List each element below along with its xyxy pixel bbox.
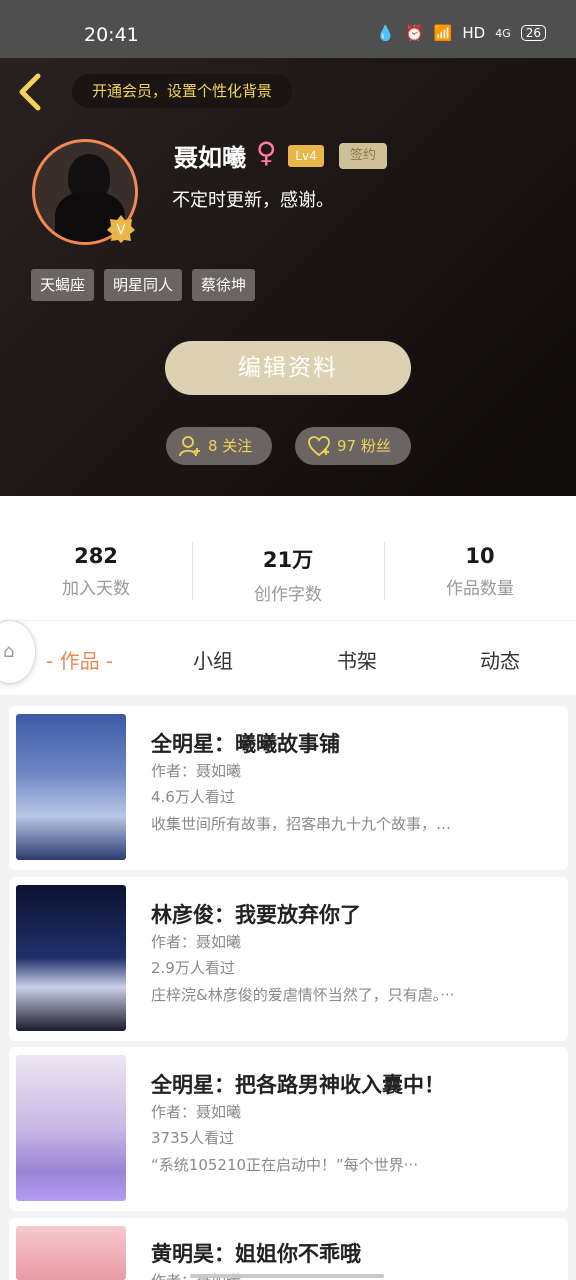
network-label: HD [462,24,486,42]
stat-label: 创作字数 [254,585,322,605]
status-icons: 💧 ⏰ 📶 HD 4G 26 [376,24,546,42]
book-cover [16,1226,126,1280]
bio: 不定时更新，感谢。 [172,190,334,211]
stat-value: 10 [465,544,495,568]
heart-icon [308,436,330,457]
work-desc: “系统105210正在启动中！”每个世界··· [151,1156,419,1174]
home-icon: ⌂ [3,641,15,662]
edit-profile-button[interactable]: 编辑资料 [165,341,411,395]
drop-icon: 💧 [376,24,395,42]
following-button[interactable]: 8 关注 [166,427,272,465]
stat-value: 282 [74,544,118,568]
female-icon: ♀ [256,136,277,169]
level-badge: Lv4 [288,145,324,167]
verified-badge-icon: V [107,215,135,243]
username: 聂如曦 [174,144,246,172]
status-bar: 20:41 💧 ⏰ 📶 HD 4G 26 [0,0,576,58]
svg-text:V: V [117,223,126,238]
stat-works: 10 作品数量 [384,496,576,620]
tag-item[interactable]: 明星同人 [104,269,183,301]
work-views: 2.9万人看过 [151,959,235,977]
work-card[interactable]: 林彦俊：我要放弃你了 作者：聂如曦 2.9万人看过 庄梓浣&林彦俊的爱虐情怀当然… [9,877,568,1041]
work-card[interactable]: 黄明昊：姐姐你不乖哦 作者：聂如曦 [9,1218,568,1280]
fans-button[interactable]: 97 粉丝 [295,427,411,465]
tab-groups[interactable]: 小组 [193,645,233,674]
home-indicator [190,1274,384,1278]
status-time: 20:41 [84,24,139,46]
fans-label: 97 粉丝 [337,437,391,455]
work-views: 4.6万人看过 [151,788,235,806]
work-author: 作者：聂如曦 [151,1103,242,1121]
stat-label: 加入天数 [62,579,130,599]
stat-words: 21万 创作字数 [192,496,384,620]
profile-header: 开通会员，设置个性化背景 V 聂如曦 ♀ Lv4 签约 不定时更新，感谢。 天蝎… [0,58,576,496]
back-arrow-icon[interactable] [16,72,46,112]
signed-badge: 签约 [339,143,387,169]
work-card[interactable]: 全明星：把各路男神收入囊中！ 作者：聂如曦 3735人看过 “系统105210正… [9,1047,568,1211]
cell-label: 4G [495,26,511,40]
stats-panel: 282 加入天数 21万 创作字数 10 作品数量 [0,496,576,620]
add-user-icon [179,436,200,457]
stat-value: 21万 [262,548,314,572]
work-author: 作者：聂如曦 [151,933,242,951]
following-label: 8 关注 [208,437,253,455]
book-cover [16,714,126,860]
work-desc: 庄梓浣&林彦俊的爱虐情怀当然了，只有虐。··· [151,986,455,1004]
work-views: 3735人看过 [151,1129,235,1147]
tab-bar: - 作品 - 小组 书架 动态 [0,621,576,695]
wifi-icon: 📶 [433,24,453,42]
book-cover [16,885,126,1031]
work-title: 全明星：曦曦故事铺 [151,732,340,756]
tag-list: 天蝎座 明星同人 蔡徐坤 [31,269,256,301]
stat-label: 作品数量 [446,579,514,599]
book-cover [16,1055,126,1201]
work-card[interactable]: 全明星：曦曦故事铺 作者：聂如曦 4.6万人看过 收集世间所有故事，招客串九十九… [9,706,568,870]
battery-icon: 26 [520,25,546,41]
work-author: 作者：聂如曦 [151,762,242,780]
work-title: 全明星：把各路男神收入囊中！ [151,1073,445,1097]
tag-item[interactable]: 天蝎座 [31,269,95,301]
vip-banner[interactable]: 开通会员，设置个性化背景 [72,74,293,108]
tag-item[interactable]: 蔡徐坤 [192,269,256,301]
work-desc: 收集世间所有故事，招客串九十九个故事，… [151,815,452,833]
tab-bookshelf[interactable]: 书架 [337,645,377,674]
tab-works[interactable]: - 作品 - [46,645,113,674]
stat-days: 282 加入天数 [0,496,192,620]
tab-activity[interactable]: 动态 [480,645,520,674]
work-title: 林彦俊：我要放弃你了 [151,903,361,927]
work-title: 黄明昊：姐姐你不乖哦 [151,1242,361,1266]
alarm-icon: ⏰ [404,24,424,42]
